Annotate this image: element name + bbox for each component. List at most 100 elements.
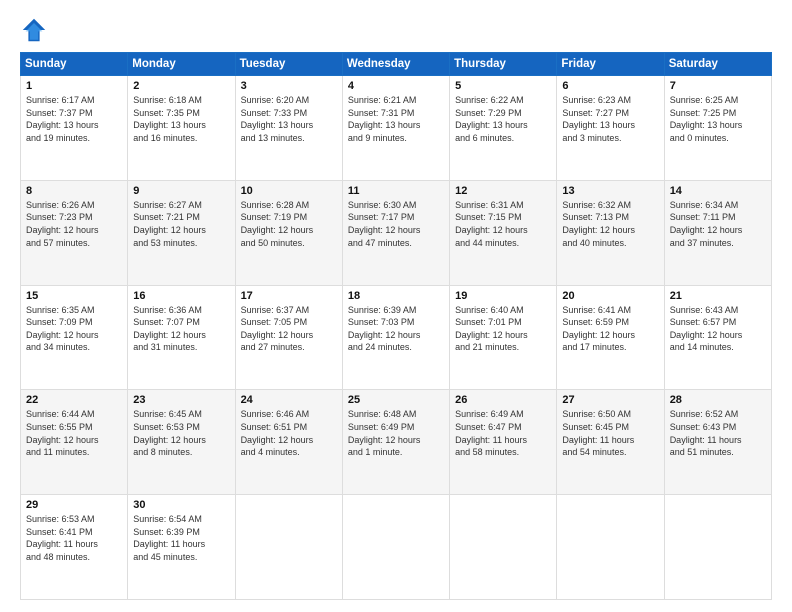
day-info: Sunrise: 6:26 AM Sunset: 7:23 PM Dayligh…: [26, 199, 122, 249]
day-cell: 21 Sunrise: 6:43 AM Sunset: 6:57 PM Dayli…: [664, 285, 771, 390]
day-number: 24: [241, 394, 337, 406]
day-number: 3: [241, 80, 337, 92]
week-row-1: 1 Sunrise: 6:17 AM Sunset: 7:37 PM Daylig…: [21, 76, 772, 181]
col-header-tuesday: Tuesday: [235, 53, 342, 76]
day-number: 15: [26, 290, 122, 302]
day-number: 17: [241, 290, 337, 302]
col-header-thursday: Thursday: [450, 53, 557, 76]
day-info: Sunrise: 6:44 AM Sunset: 6:55 PM Dayligh…: [26, 408, 122, 458]
day-info: Sunrise: 6:28 AM Sunset: 7:19 PM Dayligh…: [241, 199, 337, 249]
day-info: Sunrise: 6:40 AM Sunset: 7:01 PM Dayligh…: [455, 304, 551, 354]
day-cell: 14Sunrise: 6:34 AM Sunset: 7:11 PM Dayli…: [664, 180, 771, 285]
day-cell: 27Sunrise: 6:50 AM Sunset: 6:45 PM Dayli…: [557, 390, 664, 495]
calendar-table: SundayMondayTuesdayWednesdayThursdayFrid…: [20, 52, 772, 600]
col-header-sunday: Sunday: [21, 53, 128, 76]
day-cell: 5Sunrise: 6:22 AM Sunset: 7:29 PM Daylig…: [450, 76, 557, 181]
day-cell: 24 Sunrise: 6:46 AM Sunset: 6:51 PM Dayli…: [235, 390, 342, 495]
day-cell: 10 Sunrise: 6:28 AM Sunset: 7:19 PM Dayli…: [235, 180, 342, 285]
day-info: Sunrise: 6:52 AM Sunset: 6:43 PM Dayligh…: [670, 408, 766, 458]
day-info: Sunrise: 6:27 AM Sunset: 7:21 PM Dayligh…: [133, 199, 229, 249]
day-cell: 22 Sunrise: 6:44 AM Sunset: 6:55 PM Dayli…: [21, 390, 128, 495]
day-cell: [664, 495, 771, 600]
day-info: Sunrise: 6:23 AM Sunset: 7:27 PM Dayligh…: [562, 94, 658, 144]
col-header-monday: Monday: [128, 53, 235, 76]
day-number: 26: [455, 394, 551, 406]
day-info: Sunrise: 6:46 AM Sunset: 6:51 PM Dayligh…: [241, 408, 337, 458]
day-number: 1: [26, 80, 122, 92]
day-cell: 8 Sunrise: 6:26 AM Sunset: 7:23 PM Daylig…: [21, 180, 128, 285]
day-cell: 1 Sunrise: 6:17 AM Sunset: 7:37 PM Daylig…: [21, 76, 128, 181]
day-number: 8: [26, 185, 122, 197]
day-number: 9: [133, 185, 229, 197]
day-number: 23: [133, 394, 229, 406]
day-cell: [342, 495, 449, 600]
day-number: 10: [241, 185, 337, 197]
col-header-friday: Friday: [557, 53, 664, 76]
day-cell: 18 Sunrise: 6:39 AM Sunset: 7:03 PM Dayli…: [342, 285, 449, 390]
day-cell: 11Sunrise: 6:30 AM Sunset: 7:17 PM Dayli…: [342, 180, 449, 285]
day-number: 22: [26, 394, 122, 406]
day-number: 19: [455, 290, 551, 302]
day-cell: 23 Sunrise: 6:45 AM Sunset: 6:53 PM Dayli…: [128, 390, 235, 495]
day-number: 13: [562, 185, 658, 197]
day-info: Sunrise: 6:45 AM Sunset: 6:53 PM Dayligh…: [133, 408, 229, 458]
week-row-5: 29 Sunrise: 6:53 AM Sunset: 6:41 PM Dayli…: [21, 495, 772, 600]
day-info: Sunrise: 6:17 AM Sunset: 7:37 PM Dayligh…: [26, 94, 122, 144]
day-number: 4: [348, 80, 444, 92]
day-cell: 29 Sunrise: 6:53 AM Sunset: 6:41 PM Dayli…: [21, 495, 128, 600]
day-cell: 2Sunrise: 6:18 AM Sunset: 7:35 PM Daylig…: [128, 76, 235, 181]
day-number: 6: [562, 80, 658, 92]
day-info: Sunrise: 6:43 AM Sunset: 6:57 PM Dayligh…: [670, 304, 766, 354]
day-number: 14: [670, 185, 766, 197]
logo-icon: [20, 16, 48, 44]
day-cell: 26Sunrise: 6:49 AM Sunset: 6:47 PM Dayli…: [450, 390, 557, 495]
week-row-3: 15 Sunrise: 6:35 AM Sunset: 7:09 PM Dayli…: [21, 285, 772, 390]
day-info: Sunrise: 6:36 AM Sunset: 7:07 PM Dayligh…: [133, 304, 229, 354]
day-info: Sunrise: 6:39 AM Sunset: 7:03 PM Dayligh…: [348, 304, 444, 354]
day-cell: 15 Sunrise: 6:35 AM Sunset: 7:09 PM Dayli…: [21, 285, 128, 390]
day-cell: 13 Sunrise: 6:32 AM Sunset: 7:13 PM Dayli…: [557, 180, 664, 285]
day-number: 21: [670, 290, 766, 302]
week-row-2: 8 Sunrise: 6:26 AM Sunset: 7:23 PM Daylig…: [21, 180, 772, 285]
day-number: 20: [562, 290, 658, 302]
day-number: 27: [562, 394, 658, 406]
day-info: Sunrise: 6:32 AM Sunset: 7:13 PM Dayligh…: [562, 199, 658, 249]
day-cell: 12Sunrise: 6:31 AM Sunset: 7:15 PM Dayli…: [450, 180, 557, 285]
day-number: 25: [348, 394, 444, 406]
logo: [20, 16, 52, 44]
day-number: 11: [348, 185, 444, 197]
header: [20, 16, 772, 44]
day-number: 12: [455, 185, 551, 197]
day-info: Sunrise: 6:54 AM Sunset: 6:39 PM Dayligh…: [133, 513, 229, 563]
day-cell: [450, 495, 557, 600]
day-cell: 19 Sunrise: 6:40 AM Sunset: 7:01 PM Dayli…: [450, 285, 557, 390]
calendar-header-row: SundayMondayTuesdayWednesdayThursdayFrid…: [21, 53, 772, 76]
day-info: Sunrise: 6:35 AM Sunset: 7:09 PM Dayligh…: [26, 304, 122, 354]
day-cell: 30Sunrise: 6:54 AM Sunset: 6:39 PM Dayli…: [128, 495, 235, 600]
day-cell: 28 Sunrise: 6:52 AM Sunset: 6:43 PM Dayli…: [664, 390, 771, 495]
day-cell: [235, 495, 342, 600]
day-info: Sunrise: 6:41 AM Sunset: 6:59 PM Dayligh…: [562, 304, 658, 354]
day-info: Sunrise: 6:25 AM Sunset: 7:25 PM Dayligh…: [670, 94, 766, 144]
day-number: 2: [133, 80, 229, 92]
day-cell: 4 Sunrise: 6:21 AM Sunset: 7:31 PM Daylig…: [342, 76, 449, 181]
day-cell: 9 Sunrise: 6:27 AM Sunset: 7:21 PM Daylig…: [128, 180, 235, 285]
col-header-saturday: Saturday: [664, 53, 771, 76]
day-number: 18: [348, 290, 444, 302]
day-number: 29: [26, 499, 122, 511]
day-info: Sunrise: 6:48 AM Sunset: 6:49 PM Dayligh…: [348, 408, 444, 458]
day-cell: 7Sunrise: 6:25 AM Sunset: 7:25 PM Daylig…: [664, 76, 771, 181]
day-cell: 16 Sunrise: 6:36 AM Sunset: 7:07 PM Dayli…: [128, 285, 235, 390]
day-number: 28: [670, 394, 766, 406]
col-header-wednesday: Wednesday: [342, 53, 449, 76]
day-cell: 25 Sunrise: 6:48 AM Sunset: 6:49 PM Dayli…: [342, 390, 449, 495]
day-info: Sunrise: 6:21 AM Sunset: 7:31 PM Dayligh…: [348, 94, 444, 144]
day-cell: [557, 495, 664, 600]
week-row-4: 22 Sunrise: 6:44 AM Sunset: 6:55 PM Dayli…: [21, 390, 772, 495]
day-cell: 17Sunrise: 6:37 AM Sunset: 7:05 PM Dayli…: [235, 285, 342, 390]
day-cell: 20 Sunrise: 6:41 AM Sunset: 6:59 PM Dayli…: [557, 285, 664, 390]
day-cell: 3 Sunrise: 6:20 AM Sunset: 7:33 PM Daylig…: [235, 76, 342, 181]
day-info: Sunrise: 6:53 AM Sunset: 6:41 PM Dayligh…: [26, 513, 122, 563]
day-number: 16: [133, 290, 229, 302]
day-info: Sunrise: 6:20 AM Sunset: 7:33 PM Dayligh…: [241, 94, 337, 144]
